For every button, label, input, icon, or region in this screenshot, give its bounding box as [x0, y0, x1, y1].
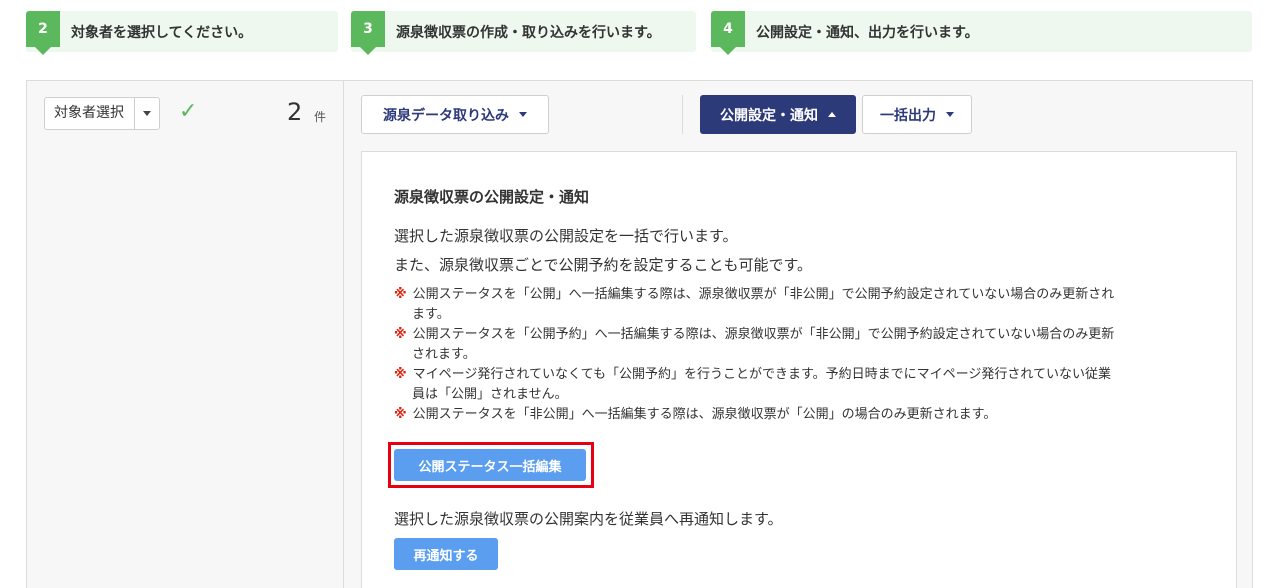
- count-unit: 件: [314, 110, 327, 124]
- note-item: ※ 公開ステータスを「公開」へ一括編集する際は、源泉徴収票が「非公開」で公開予約設…: [394, 285, 1214, 325]
- chevron-down-icon: [519, 112, 527, 117]
- note-text: 公開ステータスを「公開」へ一括編集する際は、源泉徴収票が「非公開」で公開予約設定…: [412, 287, 1115, 302]
- step-label: 対象者を選択してください。: [71, 25, 253, 41]
- publish-settings-panel: 源泉徴収票の公開設定・通知 選択した源泉徴収票の公開設定を一括で行います。 また…: [361, 151, 1237, 588]
- note-text: 公開ステータスを「非公開」へ一括編集する際は、源泉徴収票が「公開」の場合のみ更新…: [412, 407, 997, 422]
- panel-description-2: また、源泉徴収票ごとで公開予約を設定することも可能です。: [394, 256, 813, 274]
- note-text-cont: されます。: [412, 347, 476, 362]
- bulk-status-edit-button[interactable]: 公開ステータス一括編集: [394, 449, 586, 481]
- bulk-output-label: 一括出力: [880, 107, 936, 124]
- target-count: 2: [287, 98, 303, 126]
- note-text-cont: 員は「公開」されません。: [412, 387, 568, 402]
- panel-description: 選択した源泉徴収票の公開設定を一括で行います。: [394, 227, 738, 245]
- chevron-down-icon: [946, 112, 954, 117]
- chevron-down-icon[interactable]: [134, 98, 159, 129]
- step-number: 3: [351, 11, 385, 55]
- chevron-up-icon: [828, 112, 836, 117]
- note-mark-icon: ※: [394, 287, 407, 302]
- step-3: 3 源泉徴収票の作成・取り込みを行います。: [351, 11, 696, 55]
- import-source-data-button[interactable]: 源泉データ取り込み: [361, 95, 549, 134]
- target-column: 対象者選択 ✓ 2 件: [27, 81, 344, 588]
- note-item: ※ マイページ発行されていなくても「公開予約」を行うことができます。予約日時までに…: [394, 365, 1214, 405]
- step-number: 2: [26, 11, 60, 55]
- target-select-dropdown[interactable]: 対象者選択: [44, 97, 160, 130]
- action-column: 源泉データ取り込み 公開設定・通知 一括出力 源泉徴収票の公開設定・通知 選択し…: [345, 81, 1252, 588]
- note-text: マイページ発行されていなくても「公開予約」を行うことができます。予約日時までにマ…: [412, 367, 1112, 382]
- step-4: 4 公開設定・通知、出力を行います。: [711, 11, 1252, 55]
- import-button-label: 源泉データ取り込み: [383, 107, 509, 124]
- note-mark-icon: ※: [394, 327, 407, 342]
- publish-settings-button[interactable]: 公開設定・通知: [700, 95, 856, 134]
- check-icon: ✓: [179, 99, 198, 124]
- publish-button-label: 公開設定・通知: [720, 107, 818, 124]
- note-item: ※ 公開ステータスを「非公開」へ一括編集する際は、源泉徴収票が「公開」の場合のみ更…: [394, 405, 1214, 425]
- note-item: ※ 公開ステータスを「公開予約」へ一括編集する際は、源泉徴収票が「非公開」で公開予…: [394, 325, 1214, 365]
- renotify-description: 選択した源泉徴収票の公開案内を従業員へ再通知します。: [394, 510, 783, 528]
- main-panel: 対象者選択 ✓ 2 件 源泉データ取り込み 公開設定・通知 一括出力 源泉徴収票…: [26, 80, 1253, 588]
- target-select-label: 対象者選択: [54, 105, 124, 121]
- renotify-button[interactable]: 再通知する: [394, 538, 498, 570]
- bulk-output-button[interactable]: 一括出力: [862, 95, 972, 134]
- step-number: 4: [711, 11, 745, 55]
- step-2: 2 対象者を選択してください。: [26, 11, 338, 55]
- step-label: 源泉徴収票の作成・取り込みを行います。: [396, 25, 661, 41]
- panel-title: 源泉徴収票の公開設定・通知: [394, 188, 590, 206]
- divider: [682, 95, 683, 134]
- note-text: 公開ステータスを「公開予約」へ一括編集する際は、源泉徴収票が「非公開」で公開予約…: [412, 327, 1115, 342]
- note-mark-icon: ※: [394, 367, 407, 382]
- step-label: 公開設定・通知、出力を行います。: [756, 25, 979, 41]
- note-text-cont: ます。: [412, 307, 450, 322]
- note-mark-icon: ※: [394, 407, 407, 422]
